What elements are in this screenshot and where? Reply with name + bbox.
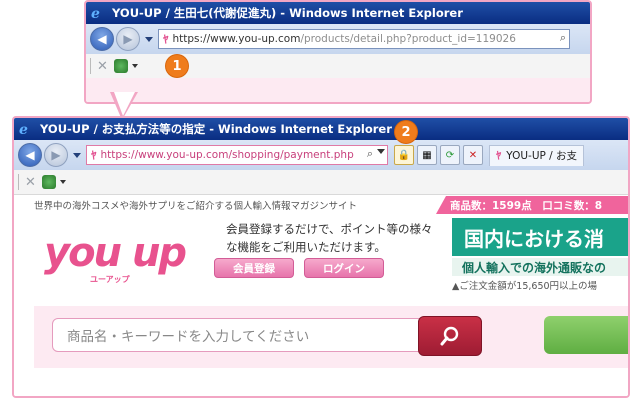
svg-text:e: e [91, 6, 100, 21]
stop-icon[interactable]: ✕ [25, 175, 36, 190]
page-preview [86, 78, 590, 102]
register-button[interactable]: 会員登録 [214, 258, 294, 278]
back-button[interactable]: ◀ [90, 27, 114, 51]
promo-banner-note: ▲ご注文金額が15,650円以上の場 [452, 281, 598, 292]
forward-button[interactable]: ▶ [116, 27, 140, 51]
command-bar: ✕ [14, 170, 628, 195]
compatibility-icon[interactable]: ▦ [417, 145, 437, 165]
search-area: 商品名・キーワードを入力してください [34, 306, 628, 368]
site-favicon-icon: ﾔ [91, 149, 97, 162]
stop-icon[interactable]: ✕ [463, 145, 483, 165]
divider [90, 58, 91, 74]
logo-text: you up [44, 230, 187, 276]
divider [18, 174, 19, 190]
site-header-strip: 世界中の海外コスメや海外サプリをご紹介する個人輸入情報マガジンサイト 商品数：1… [14, 196, 628, 214]
address-url: https://www.you-up.com/products/detail.p… [172, 33, 516, 45]
callout-pointer-inner [114, 92, 135, 116]
navigation-bar: ◀ ▶ ﾔ https://www.you-up.com/shopping/pa… [14, 140, 628, 170]
search-button[interactable] [418, 316, 482, 356]
back-button[interactable]: ◀ [18, 143, 42, 167]
web-page: 世界中の海外コスメや海外サプリをご紹介する個人輸入情報マガジンサイト 商品数：1… [14, 196, 628, 396]
ie-icon: e [90, 5, 106, 21]
login-button[interactable]: ログイン [304, 258, 384, 278]
promo-banner-sub[interactable]: 個人輸入での海外通販なの [452, 258, 628, 276]
browser-window-1: e YOU-UP / 生田七(代謝促進丸) - Windows Internet… [84, 0, 592, 104]
lock-icon[interactable]: 🔒 [394, 145, 414, 165]
refresh-icon[interactable]: ⟳ [440, 145, 460, 165]
address-bar[interactable]: ﾔ https://www.you-up.com/shopping/paymen… [86, 145, 388, 165]
search-input[interactable]: 商品名・キーワードを入力してください [52, 318, 424, 352]
tab-label: YOU-UP / お支 [506, 150, 578, 162]
magnifier-icon [440, 326, 459, 346]
chevron-down-icon[interactable] [131, 64, 138, 68]
command-bar: ✕ [86, 54, 590, 79]
history-dropdown-icon[interactable] [145, 36, 153, 42]
promo-banner-heading[interactable]: 国内における消 [452, 218, 628, 256]
window-title: YOU-UP / 生田七(代謝促進丸) - Windows Internet E… [112, 6, 463, 20]
search-icon[interactable]: ⌕ [367, 147, 373, 161]
stop-icon[interactable]: ✕ [97, 59, 108, 74]
logo-subtext: ユーアップ [90, 275, 130, 284]
history-dropdown-icon[interactable] [73, 152, 81, 158]
site-counts: 商品数：1599点 口コミ数：8 [436, 196, 628, 214]
site-logo[interactable]: you up ユーアップ [44, 230, 194, 288]
search-icon[interactable]: ⌕ [560, 31, 566, 45]
step-badge-1: 1 [166, 55, 188, 77]
address-dropdown-icon[interactable] [377, 149, 385, 154]
title-bar: e YOU-UP / お支払方法等の指定 - Windows Internet … [14, 118, 628, 140]
navigation-bar: ◀ ▶ ﾔ https://www.you-up.com/products/de… [86, 24, 590, 54]
site-tagline: 世界中の海外コスメや海外サプリをご紹介する個人輸入情報マガジンサイト [34, 201, 358, 212]
tools-icon[interactable] [41, 175, 56, 189]
browser-window-2: e YOU-UP / お支払方法等の指定 - Windows Internet … [12, 116, 630, 398]
tab-favicon-icon: ﾔ [496, 150, 502, 162]
address-bar[interactable]: ﾔ https://www.you-up.com/products/detail… [158, 29, 570, 49]
window-title: YOU-UP / お支払方法等の指定 - Windows Internet Ex… [40, 122, 392, 136]
green-action-button[interactable] [544, 316, 628, 354]
address-url: https://www.you-up.com/shopping/payment.… [100, 149, 354, 161]
forward-button[interactable]: ▶ [44, 143, 68, 167]
step-badge-2: 2 [395, 121, 417, 143]
chevron-down-icon[interactable] [59, 180, 66, 184]
ie-icon: e [18, 121, 34, 137]
svg-text:e: e [19, 122, 28, 137]
tools-icon[interactable] [113, 59, 128, 73]
browser-tab[interactable]: ﾔ YOU-UP / お支 [489, 144, 585, 166]
site-favicon-icon: ﾔ [163, 33, 169, 46]
title-bar: e YOU-UP / 生田七(代謝促進丸) - Windows Internet… [86, 2, 590, 24]
member-description: 会員登録するだけで、ポイント等の様々な機能をご利用いただけます。 [226, 222, 433, 254]
